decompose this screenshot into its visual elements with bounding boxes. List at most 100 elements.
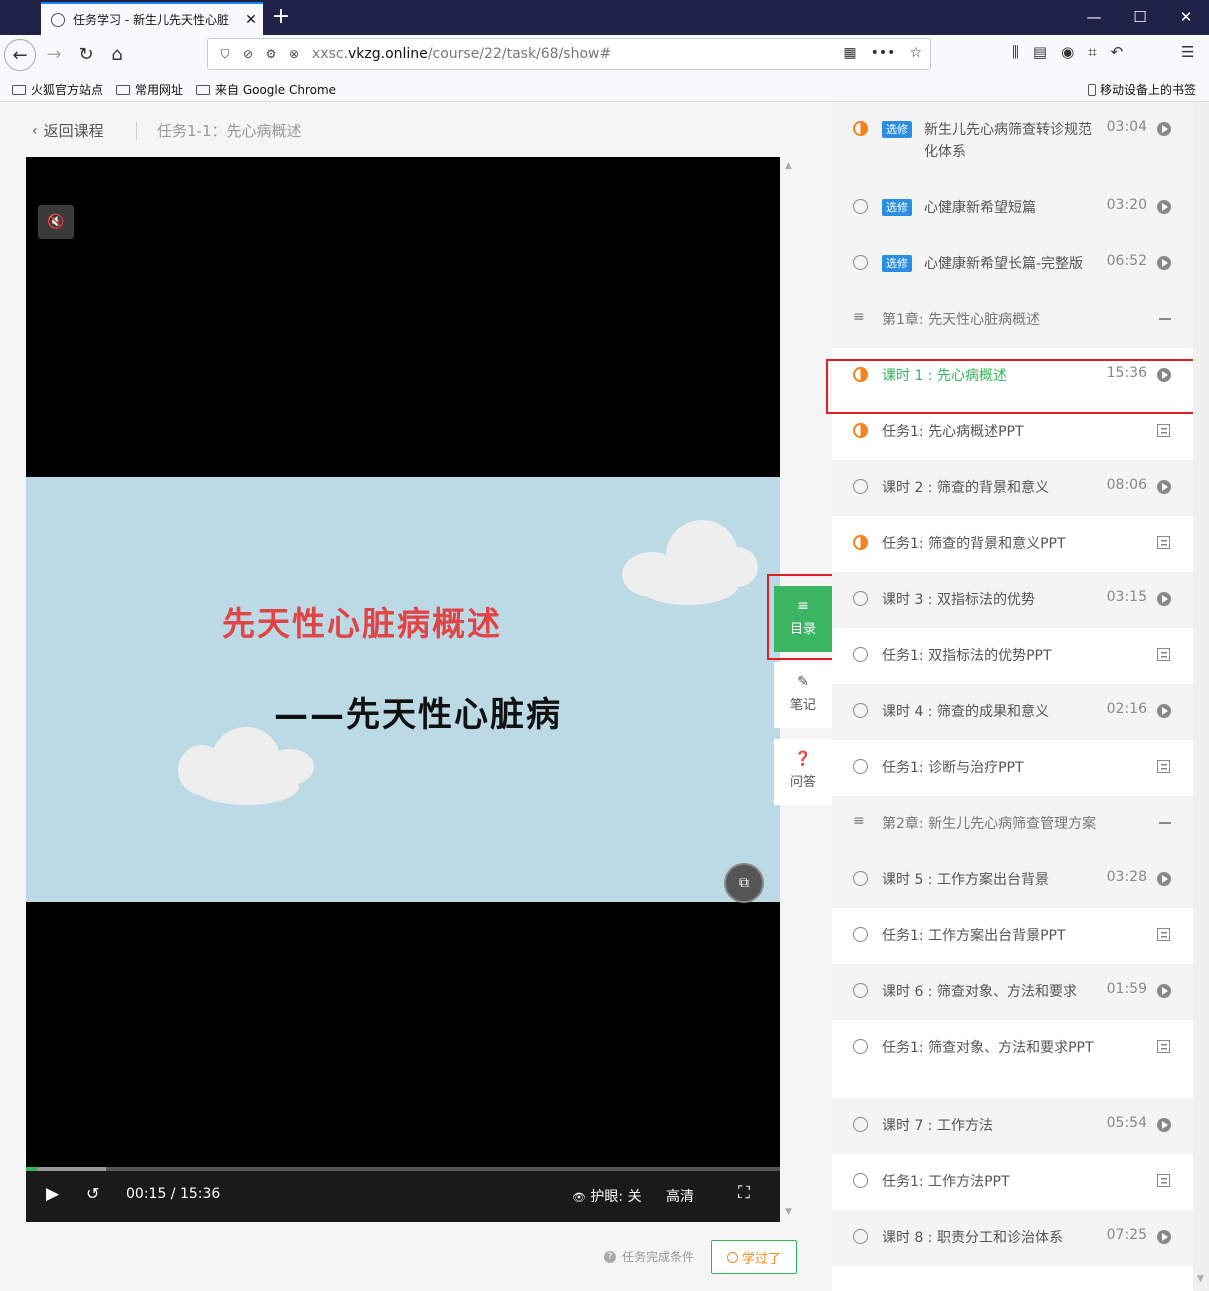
replay-icon[interactable]: ↺ [86,1184,99,1203]
play-circle-icon[interactable] [1157,984,1171,998]
mark-learned-button[interactable]: 学过了 [711,1240,797,1274]
elective-badge: 选修 [882,199,912,216]
document-icon[interactable] [1157,1174,1170,1187]
progress-empty-icon [853,927,868,942]
video-player[interactable]: 🔇 先天性心脏病概述 ——先天性心脏病 ⧉ ▶ ↺ 00:15 / 15:36 … [26,157,780,1222]
reload-icon[interactable]: ↻ [70,39,102,71]
qr-code-icon[interactable]: ▦ [843,45,856,61]
lesson-row[interactable]: 课时 3 : 双指标法的优势 03:15 [832,572,1193,628]
document-icon[interactable] [1157,928,1170,941]
quality-selector[interactable]: 高清 [666,1186,694,1206]
lock-insecure-icon[interactable]: ⊗ [285,45,303,63]
screenshot-icon[interactable]: ⌗ [1088,43,1096,61]
scroll-up-icon[interactable]: ▲ [785,161,792,171]
lesson-row[interactable]: 课时 7 : 工作方法 05:54 [832,1098,1193,1154]
lesson-row[interactable]: 任务1: 筛查的背景和意义PPT [832,516,1193,572]
progress-empty-icon [853,983,868,998]
maximize-icon[interactable]: ☐ [1117,0,1163,35]
lesson-row[interactable]: 任务1: 工作方法PPT [832,1154,1193,1210]
mic-blocked-icon[interactable]: ⊘ [239,45,257,63]
play-circle-icon[interactable] [1157,704,1171,718]
lesson-title: 课时 5 : 工作方案出台背景 [882,872,1049,888]
scroll-down-icon[interactable]: ▼ [785,1207,792,1217]
lesson-row[interactable]: 选修 心健康新希望短篇 03:20 [832,180,1193,236]
play-circle-icon[interactable] [1157,200,1171,214]
document-icon[interactable] [1157,1040,1170,1053]
lesson-duration: 03:20 [1106,197,1147,213]
close-tab-icon[interactable]: ✕ [239,12,263,28]
collapse-icon[interactable] [1159,318,1171,320]
forward-arrow-icon[interactable]: → [38,39,70,71]
more-actions-icon[interactable]: ••• [871,45,896,61]
picture-in-picture-icon[interactable]: ⧉ [724,863,764,903]
bookmark-star-icon[interactable]: ☆ [909,45,922,61]
lesson-row[interactable]: 任务1: 双指标法的优势PPT [832,628,1193,684]
back-to-course-link[interactable]: ‹ 返回课程 [32,120,104,141]
play-circle-icon[interactable] [1157,480,1171,494]
document-icon[interactable] [1157,760,1170,773]
chapter-row[interactable]: ≡ 第2章: 新生儿先心病筛查管理方案 [832,796,1193,852]
progress-empty-icon [853,591,868,606]
lesson-row[interactable]: 任务1: 筛查对象、方法和要求PPT [832,1020,1193,1098]
document-icon[interactable] [1157,536,1170,549]
play-circle-icon[interactable] [1157,592,1171,606]
play-circle-icon[interactable] [1157,872,1171,886]
lesson-row[interactable]: 课时 4 : 筛查的成果和意义 02:16 [832,684,1193,740]
bookmarks-toolbar: 火狐官方站点 常用网址 来自 Google Chrome 移动设备上的书签 [0,75,1209,102]
sidebar-icon[interactable]: ▤ [1033,43,1047,61]
lesson-title: 课时 2 : 筛查的背景和意义 [882,480,1049,496]
bookmark-item[interactable]: 来自 Google Chrome [196,81,336,98]
lesson-row[interactable]: 课时 5 : 工作方案出台背景 03:28 [832,852,1193,908]
new-tab-icon[interactable]: + [270,4,292,30]
lesson-row[interactable]: 任务1: 工作方案出台背景PPT [832,908,1193,964]
fullscreen-icon[interactable]: ⛶ [738,1183,750,1203]
catalog-panel: 选修 新生儿先心病筛查转诊规范化体系 03:04 选修 心健康新希望短篇 03:20 选修心… [832,102,1193,1291]
progress-empty-icon [853,871,868,886]
mobile-bookmarks[interactable]: 移动设备上的书签 [1088,81,1196,98]
progress-empty-icon [853,1117,868,1132]
play-circle-icon[interactable] [1157,256,1171,270]
tab-qa[interactable]: ❓ 问答 [774,739,832,805]
chapter-row[interactable]: ≡ 第1章: 先天性心脏病概述 [832,292,1193,348]
minimize-icon[interactable]: — [1071,0,1117,35]
close-window-icon[interactable]: ✕ [1163,0,1209,35]
muted-speaker-icon[interactable]: 🔇 [38,205,74,239]
browser-tab[interactable]: 任务学习 - 新生儿先天性心脏 ✕ [41,2,263,35]
document-icon[interactable] [1157,424,1170,437]
play-icon[interactable]: ▶ [46,1184,59,1204]
menu-icon[interactable]: ☰ [1181,43,1194,61]
lesson-row[interactable]: 课时 6 : 筛查对象、方法和要求 01:59 [832,964,1193,1020]
lesson-row[interactable]: 选修 新生儿先心病筛查转诊规范化体系 03:04 [832,102,1193,180]
scroll-down-icon[interactable]: ▼ [1197,1274,1204,1284]
url-bar[interactable]: ⛉ ⊘ ⚙ ⊗ xxsc.vkzg.online/course/22/task/… [207,38,931,70]
bookmark-item[interactable]: 常用网址 [116,81,183,98]
elective-badge: 选修 [882,255,912,272]
lesson-row[interactable]: 课时 8 : 职责分工和诊治体系 07:25 [832,1210,1193,1266]
library-icon[interactable]: ⫼ [1012,43,1019,61]
lesson-row[interactable]: 课时 2 : 筛查的背景和意义 08:06 [832,460,1193,516]
permissions-icon[interactable]: ⚙ [262,45,280,63]
lesson-row[interactable]: 任务1: 诊断与治疗PPT [832,740,1193,796]
shield-icon[interactable]: ⛉ [216,45,234,63]
lesson-title: 任务1: 工作方案出台背景PPT [882,928,1066,944]
bookmark-item[interactable]: 火狐官方站点 [12,81,103,98]
play-circle-icon[interactable] [1157,1118,1171,1132]
document-icon[interactable] [1157,648,1170,661]
home-icon[interactable]: ⌂ [101,39,133,71]
account-icon[interactable]: ◉ [1061,43,1074,61]
lesson-row[interactable]: 选修 心健康新希望长篇-完整版 06:52 [832,236,1193,292]
back-arrow-icon[interactable]: ← [4,39,36,71]
highlight-box [826,359,1199,414]
play-circle-icon[interactable] [1157,122,1171,136]
video-controls: ▶ ↺ 00:15 / 15:36 👁 护眼: 关 高清 ⛶ [26,1171,780,1222]
tab-notes[interactable]: ✎ 笔记 [774,662,832,728]
elective-badge: 选修 [882,121,912,138]
collapse-icon[interactable] [1159,822,1171,824]
lesson-title: 心健康新希望短篇 [924,200,1036,216]
eye-care-toggle[interactable]: 👁 护眼: 关 [572,1186,642,1206]
lesson-duration: 03:04 [1106,119,1147,135]
undo-icon[interactable]: ↶ [1111,43,1124,61]
play-circle-icon[interactable] [1157,1230,1171,1244]
completion-condition[interactable]: ? 任务完成条件 [604,1248,694,1265]
catalog-scrollbar[interactable]: ▼ [1193,102,1209,1291]
